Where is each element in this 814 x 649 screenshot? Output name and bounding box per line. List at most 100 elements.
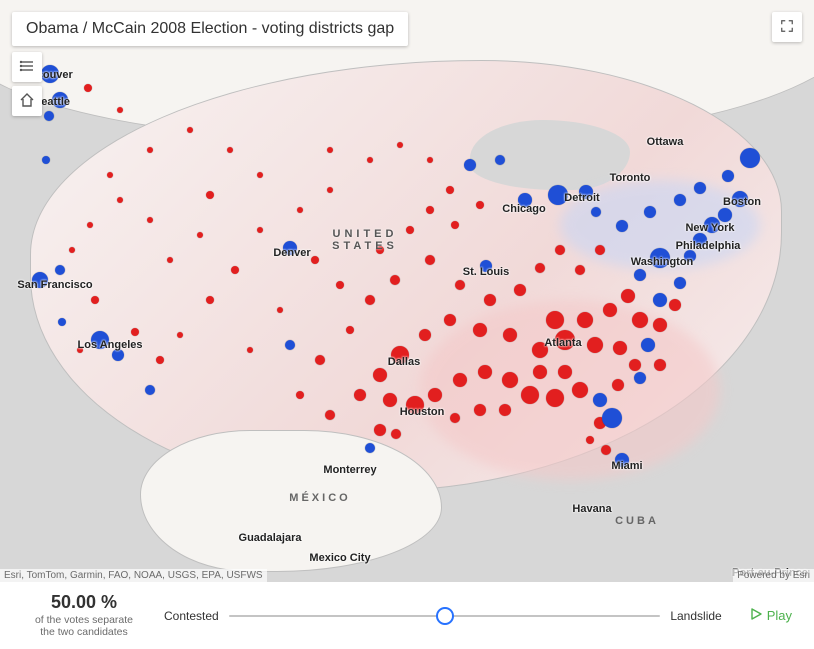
vote-dot[interactable] xyxy=(365,443,375,453)
vote-dot[interactable] xyxy=(397,142,403,148)
vote-dot[interactable] xyxy=(722,170,734,182)
vote-dot[interactable] xyxy=(187,127,193,133)
vote-dot[interactable] xyxy=(480,260,492,272)
vote-dot[interactable] xyxy=(621,289,635,303)
vote-dot[interactable] xyxy=(579,185,593,199)
vote-dot[interactable] xyxy=(603,303,617,317)
vote-dot[interactable] xyxy=(577,312,593,328)
vote-dot[interactable] xyxy=(602,408,622,428)
play-button[interactable]: Play xyxy=(742,602,800,629)
vote-dot[interactable] xyxy=(117,107,123,113)
vote-dot[interactable] xyxy=(147,217,153,223)
vote-dot[interactable] xyxy=(177,332,183,338)
vote-dot[interactable] xyxy=(451,221,459,229)
vote-dot[interactable] xyxy=(694,182,706,194)
vote-dot[interactable] xyxy=(257,227,263,233)
vote-dot[interactable] xyxy=(669,299,681,311)
vote-dot[interactable] xyxy=(644,206,656,218)
vote-dot[interactable] xyxy=(428,388,442,402)
vote-dot[interactable] xyxy=(257,172,263,178)
vote-dot[interactable] xyxy=(674,194,686,206)
vote-dot[interactable] xyxy=(616,220,628,232)
vote-dot[interactable] xyxy=(499,404,511,416)
vote-dot[interactable] xyxy=(283,241,297,255)
vote-dot[interactable] xyxy=(634,269,646,281)
vote-dot[interactable] xyxy=(575,265,585,275)
vote-dot[interactable] xyxy=(674,277,686,289)
home-extent-button[interactable] xyxy=(12,86,42,116)
vote-dot[interactable] xyxy=(718,208,732,222)
vote-dot[interactable] xyxy=(732,191,748,207)
vote-dot[interactable] xyxy=(586,436,594,444)
vote-dot[interactable] xyxy=(615,453,629,467)
vote-dot[interactable] xyxy=(478,365,492,379)
vote-dot[interactable] xyxy=(231,266,239,274)
vote-dot[interactable] xyxy=(612,379,624,391)
vote-dot[interactable] xyxy=(117,197,123,203)
vote-dot[interactable] xyxy=(325,410,335,420)
vote-dot[interactable] xyxy=(419,329,431,341)
vote-dot[interactable] xyxy=(546,389,564,407)
vote-dot[interactable] xyxy=(453,373,467,387)
vote-dot[interactable] xyxy=(444,314,456,326)
vote-dot[interactable] xyxy=(484,294,496,306)
vote-dot[interactable] xyxy=(704,217,720,233)
vote-dot[interactable] xyxy=(426,206,434,214)
vote-dot[interactable] xyxy=(69,247,75,253)
vote-dot[interactable] xyxy=(502,372,518,388)
vote-dot[interactable] xyxy=(684,250,696,262)
vote-dot[interactable] xyxy=(535,263,545,273)
vote-dot[interactable] xyxy=(365,295,375,305)
vote-dot[interactable] xyxy=(112,349,124,361)
vote-dot[interactable] xyxy=(473,323,487,337)
vote-dot[interactable] xyxy=(514,284,526,296)
vote-dot[interactable] xyxy=(41,65,59,83)
vote-dot[interactable] xyxy=(406,226,414,234)
vote-dot[interactable] xyxy=(601,445,611,455)
vote-dot[interactable] xyxy=(297,207,303,213)
vote-dot[interactable] xyxy=(285,340,295,350)
vote-dot[interactable] xyxy=(650,248,670,268)
vote-dot[interactable] xyxy=(629,359,641,371)
vote-dot[interactable] xyxy=(373,368,387,382)
vote-dot[interactable] xyxy=(52,92,68,108)
vote-dot[interactable] xyxy=(654,359,666,371)
vote-dot[interactable] xyxy=(593,393,607,407)
vote-dot[interactable] xyxy=(427,157,433,163)
vote-dot[interactable] xyxy=(591,207,601,217)
vote-dot[interactable] xyxy=(197,232,203,238)
vote-dot[interactable] xyxy=(327,187,333,193)
vote-dot[interactable] xyxy=(346,326,354,334)
vote-dot[interactable] xyxy=(277,307,283,313)
vote-dot[interactable] xyxy=(425,255,435,265)
vote-dot[interactable] xyxy=(327,147,333,153)
vote-dot[interactable] xyxy=(518,193,532,207)
vote-dot[interactable] xyxy=(247,347,253,353)
vote-dot[interactable] xyxy=(58,318,66,326)
vote-dot[interactable] xyxy=(107,172,113,178)
vote-dot[interactable] xyxy=(634,372,646,384)
vote-dot[interactable] xyxy=(44,111,54,121)
gap-slider[interactable] xyxy=(229,615,661,617)
vote-dot[interactable] xyxy=(32,272,48,288)
vote-dot[interactable] xyxy=(653,293,667,307)
vote-dot[interactable] xyxy=(555,245,565,255)
vote-dot[interactable] xyxy=(145,385,155,395)
vote-dot[interactable] xyxy=(653,318,667,332)
vote-dot[interactable] xyxy=(87,222,93,228)
vote-dot[interactable] xyxy=(315,355,325,365)
vote-dot[interactable] xyxy=(156,356,164,364)
attribution-esri[interactable]: Powered by Esri xyxy=(733,569,814,582)
vote-dot[interactable] xyxy=(206,191,214,199)
vote-dot[interactable] xyxy=(167,257,173,263)
vote-dot[interactable] xyxy=(406,396,424,414)
vote-dot[interactable] xyxy=(376,246,384,254)
vote-dot[interactable] xyxy=(503,328,517,342)
vote-dot[interactable] xyxy=(354,389,366,401)
vote-dot[interactable] xyxy=(641,338,655,352)
vote-dot[interactable] xyxy=(474,404,486,416)
vote-dot[interactable] xyxy=(464,159,476,171)
fullscreen-button[interactable] xyxy=(772,12,802,42)
vote-dot[interactable] xyxy=(84,84,92,92)
vote-dot[interactable] xyxy=(632,312,648,328)
